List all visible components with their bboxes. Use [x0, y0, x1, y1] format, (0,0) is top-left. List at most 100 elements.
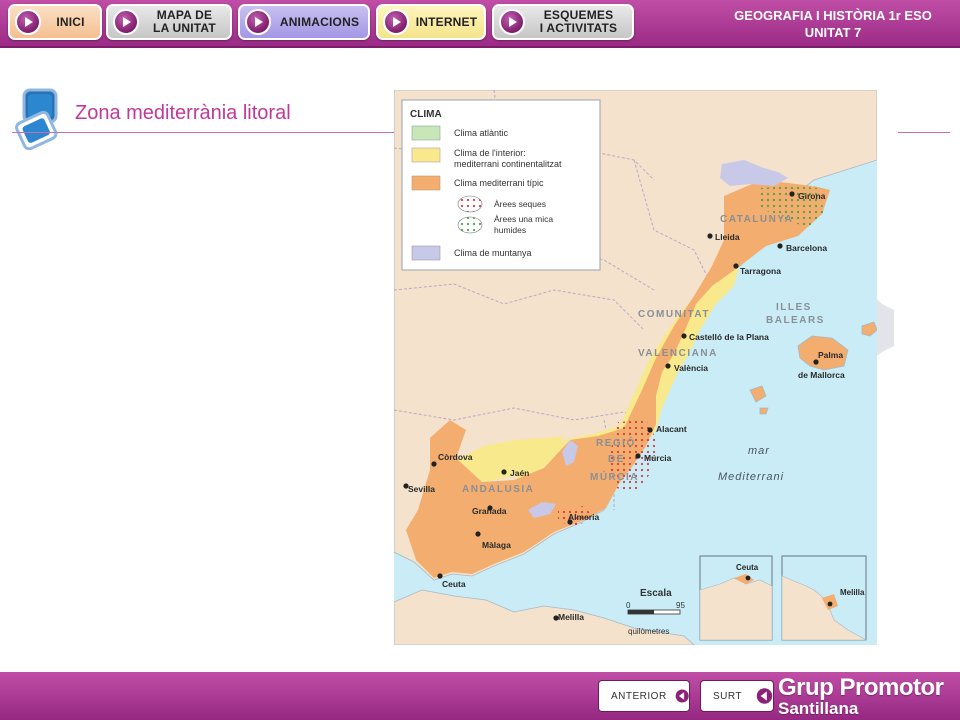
scale-title: Escala: [640, 588, 672, 599]
map-legend: CLIMA Clima atlàntic Clima de l'interior…: [401, 99, 601, 271]
previous-button[interactable]: ANTERIOR: [598, 680, 690, 712]
play-icon: [383, 9, 409, 35]
city-label-palma-2: de Mallorca: [798, 370, 845, 380]
city-label-tarragona: Tarragona: [740, 266, 781, 276]
map-edge-tab: [874, 296, 894, 358]
region-label-de: DE: [608, 454, 625, 465]
region-label-illes: ILLES: [776, 302, 812, 313]
top-navigation-bar: INICI MAPA DE LA UNITAT ANIMACIONS INTER…: [0, 0, 960, 48]
city-dot-valencia: [665, 363, 671, 369]
city-label-palma: Palma: [818, 350, 843, 360]
city-dot-palma: [813, 359, 819, 365]
scale-bar-fill: [628, 610, 654, 614]
legend-label: Clima mediterrani típic: [454, 178, 544, 188]
publisher-logo: Grup Promotor Santillana: [778, 674, 948, 718]
scale-max: 95: [676, 601, 685, 610]
exit-button[interactable]: SURT: [700, 680, 774, 712]
city-label-lleida: Lleida: [715, 232, 740, 242]
previous-arrow-icon: [675, 689, 689, 703]
city-label-almeria: Almeria: [568, 512, 599, 522]
sea-label-1: mar: [748, 445, 770, 457]
legend-swatch-humid: [457, 216, 483, 234]
legend-label: Àrees una mica: [494, 214, 553, 224]
play-icon: [245, 9, 271, 35]
scale-unit: quilòmetres: [628, 627, 669, 636]
city-dot-tarragona: [733, 263, 739, 269]
city-label-cordova: Còrdova: [438, 452, 473, 462]
city-dot-alacant: [647, 427, 653, 433]
city-label-melilla: Melilla: [558, 612, 584, 622]
legend-title: CLIMA: [410, 109, 442, 120]
course-title: GEOGRAFIA I HISTÒRIA 1r ESO UNITAT 7: [718, 7, 948, 41]
climate-map: CLIMA Clima atlàntic Clima de l'interior…: [394, 90, 877, 645]
inset-label-ceuta: Ceuta: [736, 563, 759, 572]
title-divider-left: [12, 132, 394, 133]
city-label-girona: Girona: [798, 191, 826, 201]
bottom-navigation-bar: ANTERIOR SURT Grup Promotor Santillana: [0, 672, 960, 720]
city-label-malaga: Màlaga: [482, 540, 511, 550]
city-dot-barcelona: [777, 243, 783, 249]
course-subject: GEOGRAFIA I HISTÒRIA 1r ESO: [734, 8, 932, 23]
legend-label-line2: humides: [494, 225, 526, 235]
legend-label: Clima atlàntic: [454, 128, 509, 138]
city-label-castello: Castelló de la Plana: [689, 332, 769, 342]
play-icon: [15, 9, 41, 35]
city-label-ceuta: Ceuta: [442, 579, 466, 589]
region-label-murcia: MÚRCIA: [590, 470, 639, 483]
climate-map-svg: CLIMA Clima atlàntic Clima de l'interior…: [394, 90, 877, 645]
exit-label: SURT: [713, 690, 743, 702]
nav-button-esquemes[interactable]: ESQUEMES I ACTIVITATS: [492, 4, 634, 40]
slide-squares-icon: [15, 88, 58, 150]
city-dot-jaen: [501, 469, 507, 475]
region-label-balears: BALEARS: [766, 315, 825, 326]
city-dot-murcia: [635, 453, 641, 459]
city-label-alacant: Alacant: [656, 424, 687, 434]
legend-swatch-mountain: [411, 245, 441, 261]
city-dot-cordova: [431, 461, 437, 467]
nav-label: MAPA DE LA UNITAT: [153, 8, 216, 35]
previous-label: ANTERIOR: [611, 690, 667, 702]
legend-label: Clima de l'interior:: [454, 148, 526, 158]
sea-label-2: Mediterrani: [718, 471, 784, 483]
legend-swatch-interior: [411, 147, 441, 163]
nav-label: INTERNET: [415, 14, 478, 29]
city-dot-malaga: [475, 531, 481, 537]
region-label-regio: REGIÓ: [596, 436, 636, 449]
title-divider-right: [898, 132, 950, 133]
slide-title: Zona mediterrània litoral: [75, 102, 291, 124]
legend-swatch-dry: [457, 195, 483, 213]
city-label-sevilla: Sevilla: [408, 484, 435, 494]
region-label-valenciana: VALENCIANA: [638, 348, 718, 359]
city-label-murcia: Múrcia: [644, 453, 672, 463]
nav-label: ANIMACIONS: [279, 14, 360, 29]
nav-button-internet[interactable]: INTERNET: [376, 4, 486, 40]
city-dot-girona: [789, 191, 795, 197]
region-label-andalusia: ANDALUSIA: [462, 484, 534, 495]
publisher-subname: Santillana: [778, 699, 859, 718]
nav-button-animacions[interactable]: ANIMACIONS: [238, 4, 370, 40]
legend-label-line2: mediterrani continentalitzat: [454, 159, 562, 169]
city-dot-castello: [681, 333, 687, 339]
inset-ceuta: Ceuta: [699, 555, 773, 641]
nav-button-mapa-unitat[interactable]: MAPA DE LA UNITAT: [106, 4, 232, 40]
play-icon: [499, 9, 525, 35]
publisher-name: Grup Promotor: [778, 674, 944, 701]
slide-page: INICI MAPA DE LA UNITAT ANIMACIONS INTER…: [0, 0, 960, 720]
region-label-comunitat: COMUNITAT: [638, 309, 710, 320]
city-label-jaen: Jaén: [510, 468, 529, 478]
legend-label: Àrees seques: [494, 199, 546, 209]
nav-label: ESQUEMES I ACTIVITATS: [539, 8, 618, 35]
city-label-granada: Granada: [472, 506, 507, 516]
legend-swatch-typical: [411, 175, 441, 191]
legend-swatch-atlantic: [411, 125, 441, 141]
city-dot-lleida: [707, 233, 713, 239]
play-icon: [113, 9, 139, 35]
exit-arrow-icon: [756, 688, 773, 704]
city-label-valencia: València: [674, 363, 708, 373]
region-label-catalunya: CATALUNYA: [720, 214, 793, 225]
inset-melilla: Melilla: [781, 555, 868, 641]
legend-label: Clima de muntanya: [454, 248, 532, 258]
city-dot-ceuta: [437, 573, 443, 579]
city-label-barcelona: Barcelona: [786, 243, 827, 253]
nav-button-inici[interactable]: INICI: [8, 4, 102, 40]
